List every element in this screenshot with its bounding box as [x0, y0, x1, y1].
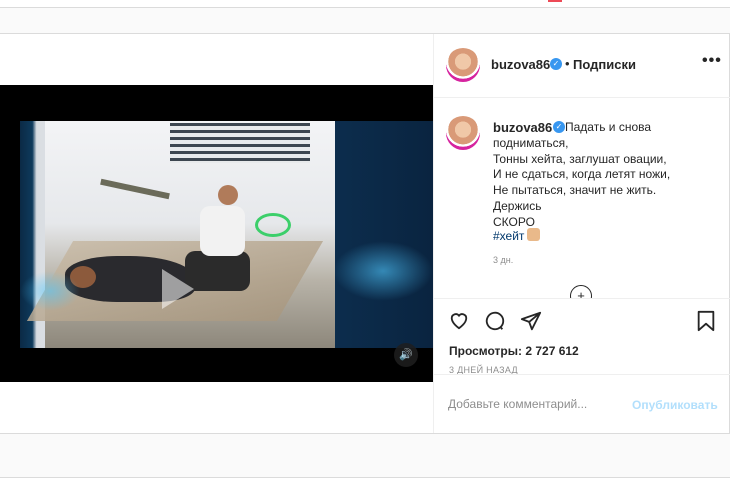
play-icon[interactable] — [162, 269, 194, 309]
video-glow-left — [20, 271, 80, 311]
more-options-icon[interactable]: ••• — [702, 52, 722, 70]
video-stairs — [170, 123, 310, 163]
avatar[interactable] — [446, 48, 480, 82]
comment-icon[interactable] — [484, 310, 506, 337]
video-partner-legs — [185, 251, 250, 291]
heart-icon[interactable] — [448, 310, 470, 335]
comment-form: Опубликовать — [434, 374, 730, 433]
post-sidebar: buzova86 ✓ • Подписки ••• Падать и снова… — [433, 34, 730, 433]
following-button[interactable]: Подписки — [573, 57, 636, 72]
comment-input[interactable] — [448, 397, 628, 411]
verified-badge-icon: ✓ — [550, 58, 562, 70]
notification-mark — [548, 0, 562, 2]
avatar[interactable] — [446, 116, 480, 150]
flexed-arm-emoji-icon — [527, 228, 540, 241]
send-icon[interactable] — [520, 310, 542, 337]
bottom-strip — [0, 477, 730, 487]
video-partner-head — [218, 185, 238, 205]
video-player[interactable]: 🔊 — [0, 85, 433, 382]
top-strip — [0, 0, 730, 8]
speaker-icon[interactable]: 🔊 — [394, 343, 418, 367]
hashtag-link[interactable]: #хейт — [493, 229, 524, 243]
view-count[interactable]: Просмотры: 2 727 612 — [449, 344, 579, 358]
caption-username-link[interactable]: buzova86 — [493, 120, 552, 135]
caption-text: Падать и снова подниматься, Тонны хейта,… — [493, 120, 671, 229]
media-area: 🔊 — [0, 34, 433, 433]
video-hoop — [255, 213, 291, 237]
separator-dot: • — [565, 56, 570, 71]
video-partner — [200, 206, 245, 256]
post-header: buzova86 ✓ • Подписки ••• — [434, 34, 730, 98]
bookmark-icon[interactable] — [696, 310, 716, 337]
video-frame — [20, 121, 433, 348]
caption-timestamp[interactable]: 3 дн. — [493, 255, 513, 265]
video-glow-right — [333, 241, 433, 301]
username-link[interactable]: buzova86 — [491, 57, 550, 72]
caption-area: Падать и снова подниматься, Тонны хейта,… — [434, 98, 730, 298]
post-card: 🔊 buzova86 ✓ • Подписки ••• Падать и сно… — [0, 33, 730, 434]
plus-circle-icon[interactable]: + — [570, 285, 592, 298]
publish-button[interactable]: Опубликовать — [632, 398, 718, 412]
verified-badge-icon: ✓ — [553, 121, 565, 133]
